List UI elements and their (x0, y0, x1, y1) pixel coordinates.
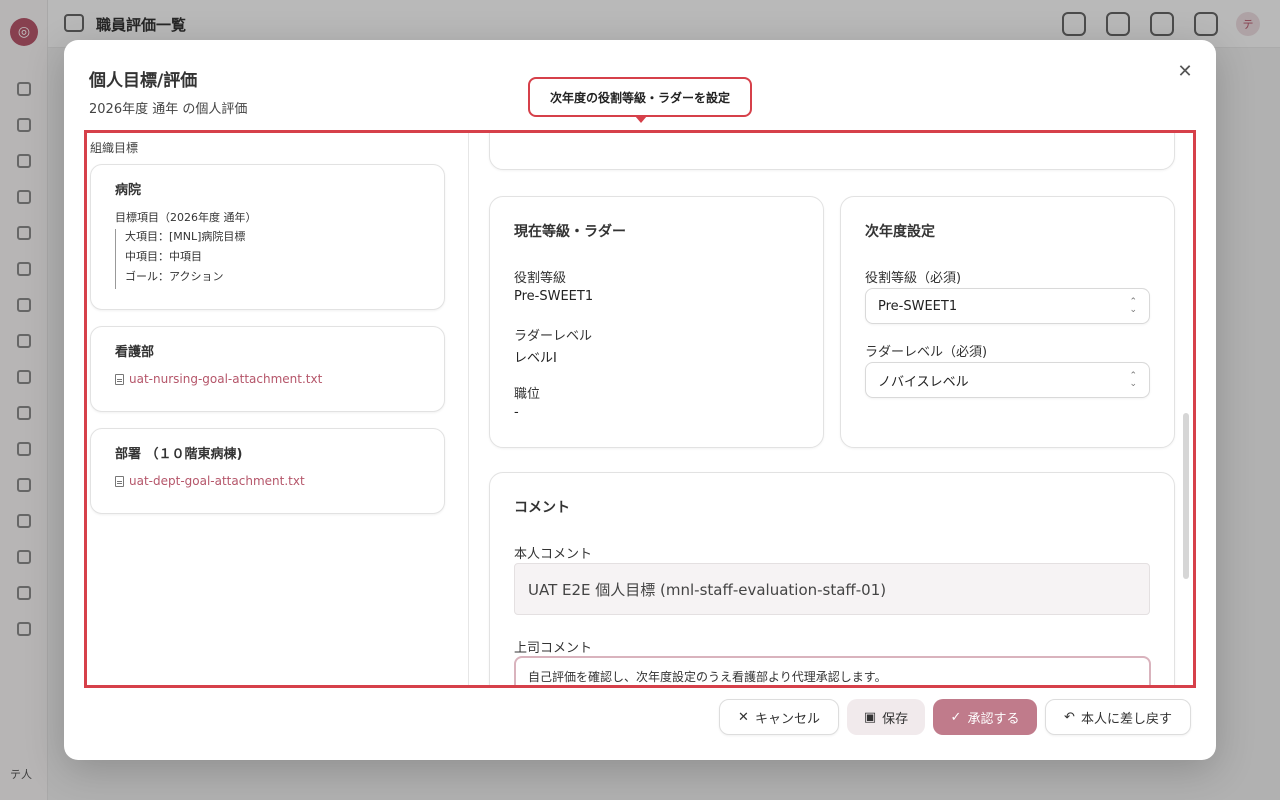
org-goals-label: 組織目標 (90, 141, 139, 155)
nursing-title: 看護部 (115, 345, 155, 360)
comments-title: コメント (514, 500, 570, 516)
next-ladder-value: ノバイスレベル (878, 374, 969, 390)
return-label: 本人に差し戻す (1080, 711, 1172, 727)
file-icon (115, 475, 124, 487)
approve-label: 承認する (967, 711, 1020, 727)
next-ladder-select[interactable]: ノバイスレベル ⌃ ⌄ (865, 362, 1150, 398)
check-icon: ✓ (950, 709, 962, 725)
next-year-title: 次年度設定 (865, 224, 935, 240)
role-grade-label: 役割等級 (514, 271, 567, 286)
guide-tooltip: 次年度の役割等級・ラダーを設定 (528, 77, 752, 117)
goal-header: 目標項目（2026年度 通年） (115, 211, 257, 224)
org-goals-pane: 組織目標 病院 目標項目（2026年度 通年） 大項目：[MNL]病院目標 中項… (87, 133, 469, 685)
file-icon (115, 373, 124, 385)
nursing-goal-card: 看護部 uat-nursing-goal-attachment.txt (90, 326, 445, 412)
next-role-grade-value: Pre-SWEET1 (878, 298, 958, 314)
cancel-label: キャンセル (754, 711, 820, 727)
chevron-updown-icon: ⌃ ⌄ (1129, 371, 1137, 389)
modal-title: 個人目標/評価 (89, 71, 198, 91)
approve-button[interactable]: ✓ 承認する (933, 699, 1037, 735)
return-to-self-button[interactable]: ↶ 本人に差し戻す (1045, 699, 1191, 735)
position-label: 職位 (514, 387, 541, 402)
save-label: 保存 (882, 711, 909, 727)
nursing-attachment-name: uat-nursing-goal-attachment.txt (129, 372, 323, 386)
department-goal-card: 部署 （１０階東病棟) uat-dept-goal-attachment.txt (90, 428, 445, 514)
save-button[interactable]: ▣ 保存 (847, 699, 925, 735)
department-title: 部署 （１０階東病棟) (115, 447, 243, 462)
close-icon[interactable]: ✕ (1174, 60, 1196, 82)
supervisor-comment-label: 上司コメント (514, 641, 593, 656)
next-role-grade-select[interactable]: Pre-SWEET1 ⌃ ⌄ (865, 288, 1150, 324)
modal-subtitle: 2026年度 通年 の個人評価 (89, 102, 248, 117)
next-ladder-label: ラダーレベル（必須) (865, 345, 988, 360)
close-icon: ✕ (738, 709, 749, 725)
department-attachment-link[interactable]: uat-dept-goal-attachment.txt (115, 474, 305, 488)
previous-section-card (489, 133, 1175, 170)
position-value: - (514, 405, 519, 420)
next-role-grade-label: 役割等級（必須) (865, 271, 962, 286)
department-attachment-name: uat-dept-goal-attachment.txt (129, 474, 305, 488)
hospital-title: 病院 (115, 183, 142, 198)
self-comment-label: 本人コメント (514, 547, 593, 562)
goal-item-middle: 中項目：中項目 (125, 250, 202, 263)
current-grade-card: 現在等級・ラダー 役割等級 Pre-SWEET1 ラダーレベル レベルⅠ 職位 … (489, 196, 824, 448)
next-year-card: 次年度設定 役割等級（必須) Pre-SWEET1 ⌃ ⌄ ラダーレベル（必須) … (840, 196, 1175, 448)
supervisor-comment-textarea[interactable]: 自己評価を確認し、次年度設定のうえ看護部より代理承認します。 (514, 656, 1151, 685)
current-grade-title: 現在等級・ラダー (514, 224, 626, 240)
comments-card: コメント 本人コメント UAT E2E 個人目標 (mnl-staff-eval… (489, 472, 1175, 685)
hospital-goal-card: 病院 目標項目（2026年度 通年） 大項目：[MNL]病院目標 中項目：中項目… (90, 164, 445, 310)
ladder-label: ラダーレベル (514, 329, 593, 344)
self-comment-field: UAT E2E 個人目標 (mnl-staff-evaluation-staff… (514, 563, 1150, 615)
highlight-region: 組織目標 病院 目標項目（2026年度 通年） 大項目：[MNL]病院目標 中項… (84, 130, 1196, 688)
evaluation-modal: 個人目標/評価 2026年度 通年 の個人評価 ✕ 次年度の役割等級・ラダーを設… (64, 40, 1216, 760)
ladder-value: レベルⅠ (514, 351, 557, 366)
goal-items: 大項目：[MNL]病院目標 中項目：中項目 ゴール：アクション (115, 229, 245, 289)
cancel-button[interactable]: ✕ キャンセル (719, 699, 839, 735)
goal-item-major: 大項目：[MNL]病院目標 (125, 230, 246, 243)
tooltip-arrow (635, 116, 647, 123)
undo-icon: ↶ (1064, 709, 1075, 725)
save-icon: ▣ (863, 709, 877, 725)
role-grade-value: Pre-SWEET1 (514, 289, 594, 304)
chevron-updown-icon: ⌃ ⌄ (1129, 297, 1137, 315)
goal-item-goal: ゴール：アクション (125, 270, 224, 283)
scrollbar[interactable] (1183, 413, 1189, 579)
nursing-attachment-link[interactable]: uat-nursing-goal-attachment.txt (115, 372, 322, 386)
